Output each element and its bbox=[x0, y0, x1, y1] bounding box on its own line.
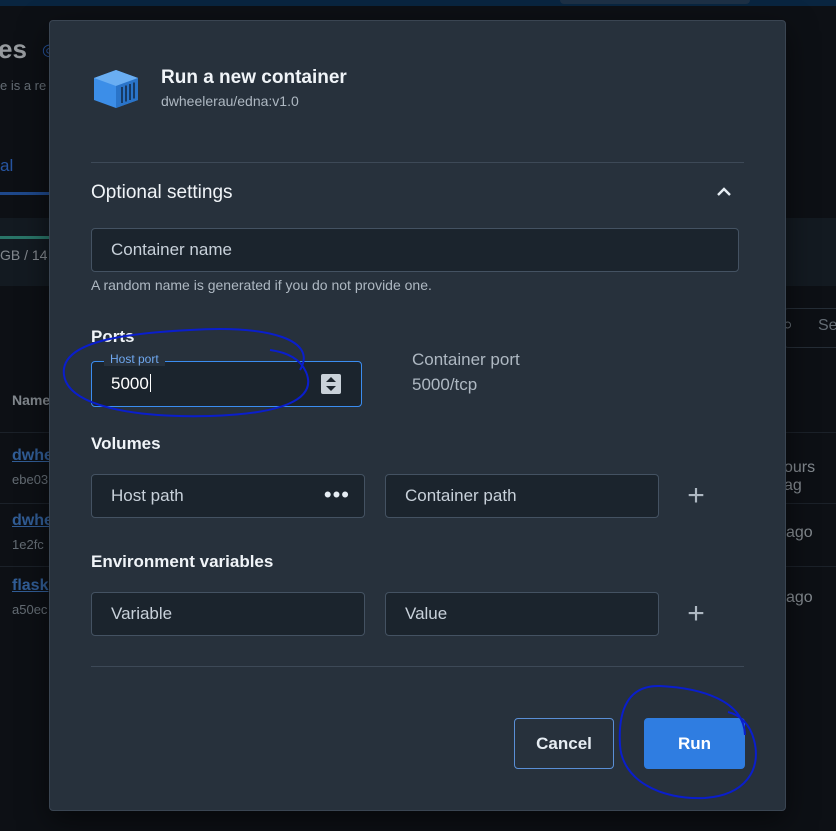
divider bbox=[91, 162, 744, 163]
host-path-placeholder: Host path bbox=[111, 486, 184, 505]
stepper-up-icon[interactable] bbox=[326, 377, 336, 382]
port-stepper[interactable] bbox=[321, 374, 341, 394]
env-title: Environment variables bbox=[91, 552, 274, 571]
env-variable-input[interactable]: Variable bbox=[91, 592, 365, 636]
container-port-value: 5000/tcp bbox=[412, 375, 478, 394]
container-path-placeholder: Container path bbox=[405, 486, 517, 505]
ports-title: Ports bbox=[91, 327, 135, 346]
volumes-title: Volumes bbox=[91, 434, 161, 453]
divider bbox=[91, 666, 744, 667]
cancel-button[interactable]: Cancel bbox=[514, 718, 614, 769]
host-port-label: Host port bbox=[104, 352, 165, 366]
env-value-placeholder: Value bbox=[405, 604, 448, 623]
env-variable-placeholder: Variable bbox=[111, 604, 173, 623]
image-name: dwheelerau/edna:v1.0 bbox=[161, 93, 299, 109]
optional-settings-title[interactable]: Optional settings bbox=[91, 182, 233, 204]
more-dots-icon[interactable]: ••• bbox=[324, 475, 350, 515]
host-port-value: 5000 bbox=[111, 374, 149, 393]
add-env-plus-icon[interactable]: + bbox=[681, 599, 711, 629]
chevron-up-icon[interactable] bbox=[714, 181, 734, 203]
add-volume-plus-icon[interactable]: + bbox=[681, 481, 711, 511]
container-name-hint: A random name is generated if you do not… bbox=[91, 277, 432, 293]
env-value-input[interactable]: Value bbox=[385, 592, 659, 636]
container-name-placeholder: Container name bbox=[111, 240, 232, 259]
container-port-label: Container port bbox=[412, 350, 520, 369]
host-port-input[interactable]: Host port 5000 bbox=[91, 352, 362, 407]
container-icon bbox=[94, 70, 138, 108]
container-name-input[interactable]: Container name bbox=[91, 228, 739, 272]
stepper-down-icon[interactable] bbox=[326, 386, 336, 391]
dialog-title: Run a new container bbox=[161, 67, 347, 88]
container-path-input[interactable]: Container path bbox=[385, 474, 659, 518]
run-container-dialog: Run a new container dwheelerau/edna:v1.0… bbox=[49, 20, 786, 811]
host-path-input[interactable]: Host path ••• bbox=[91, 474, 365, 518]
run-button[interactable]: Run bbox=[644, 718, 745, 769]
text-caret bbox=[149, 374, 151, 392]
